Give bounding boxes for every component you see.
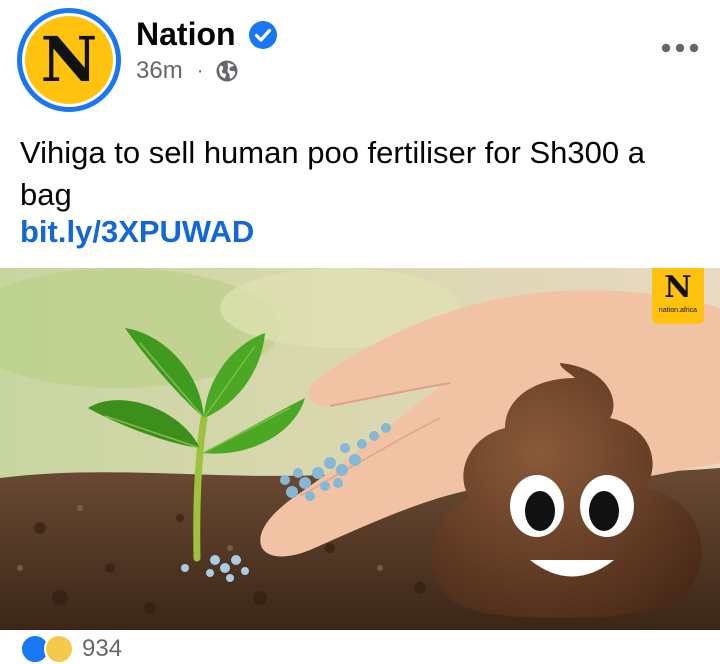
avatar-letter: N (40, 23, 98, 96)
post-text: Vihiga to sell human poo fertiliser for … (20, 135, 645, 212)
post-header: N Nation 36m · (0, 0, 720, 120)
post-meta: 36m · (136, 57, 239, 85)
post-timestamp[interactable]: 36m (136, 57, 183, 85)
nation-africa-badge: N nation.africa (652, 268, 704, 324)
badge-letter: N (664, 270, 692, 305)
page-avatar[interactable]: N (17, 8, 121, 112)
verified-badge-icon (249, 21, 277, 49)
meta-separator: · (196, 59, 204, 82)
globe-icon (216, 60, 238, 82)
nation-logo: N (25, 16, 113, 104)
more-options-icon[interactable] (660, 38, 700, 58)
post-image[interactable]: N nation.africa (0, 268, 720, 630)
page-name[interactable]: Nation (136, 16, 236, 53)
post-link[interactable]: bit.ly/3XPUWAD (20, 214, 254, 250)
badge-caption: nation.africa (658, 307, 698, 314)
reaction-count: 934 (82, 635, 123, 662)
fertiliser-photo (0, 268, 720, 630)
haha-icon (44, 634, 74, 664)
